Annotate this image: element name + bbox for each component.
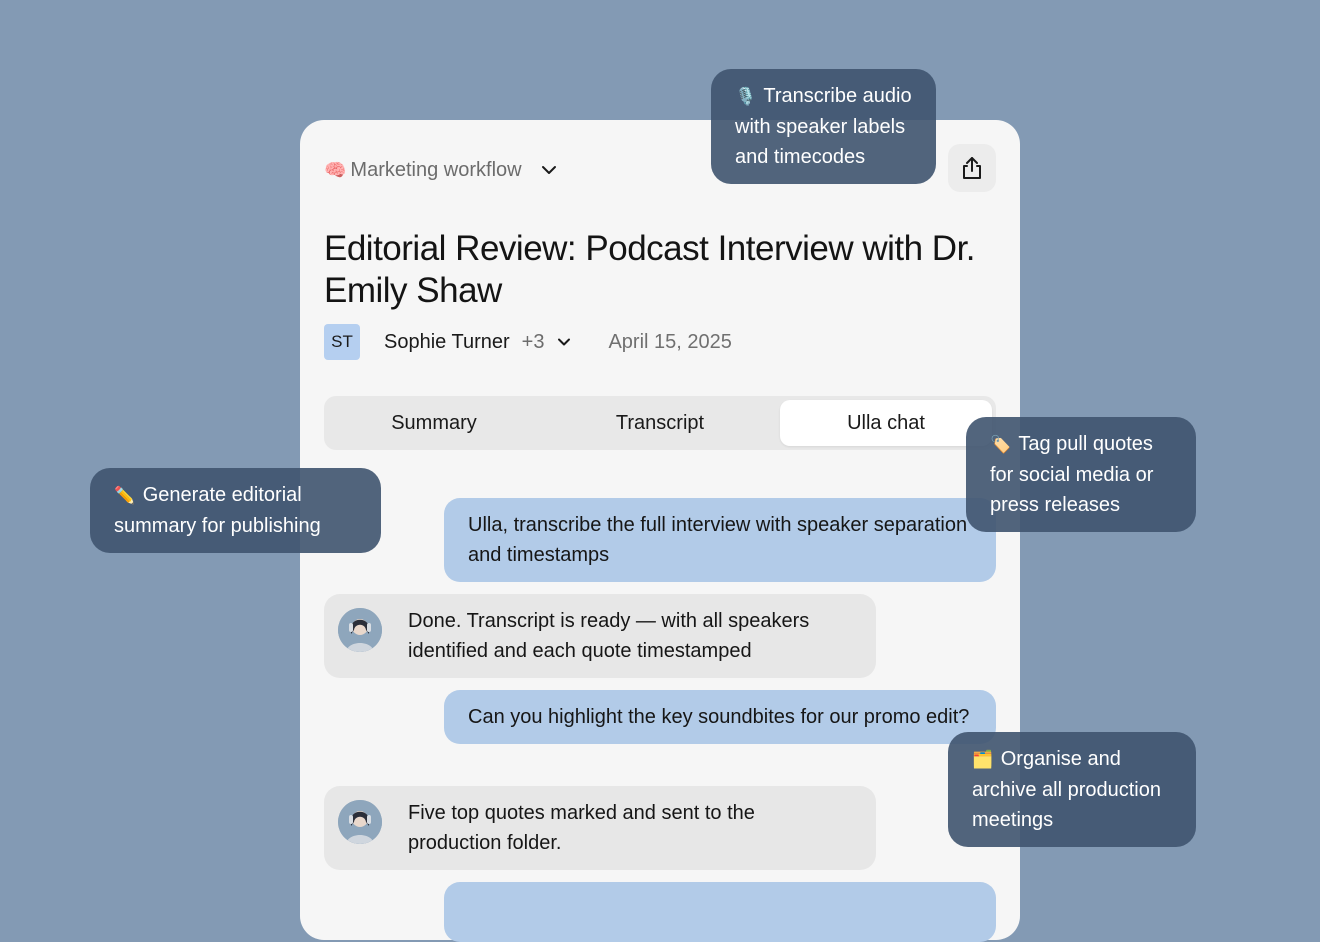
chevron-down-icon	[558, 338, 571, 346]
document-date: April 15, 2025	[608, 330, 732, 353]
tooltip-text: Organise and archive all production meet…	[972, 748, 1161, 831]
chat-message-user: Can you highlight the key soundbites for…	[444, 690, 996, 744]
tab-summary[interactable]: Summary	[328, 400, 540, 446]
tab-ulla-chat[interactable]: Ulla chat	[780, 400, 992, 446]
share-icon	[963, 157, 981, 179]
workflow-selector[interactable]: 🧠 Marketing workflow	[324, 156, 558, 184]
message-text: Can you highlight the key soundbites for…	[468, 706, 970, 728]
chevron-down-icon	[541, 166, 556, 174]
microphone-icon: 🎙️	[735, 87, 757, 106]
assistant-avatar	[338, 608, 382, 652]
tooltip-text: Generate editorial summary for publishin…	[114, 484, 321, 537]
feature-tooltip-summary: ✏️ Generate editorial summary for publis…	[90, 468, 381, 553]
tooltip-text: Transcribe audio with speaker labels and…	[735, 85, 912, 168]
tab-transcript[interactable]: Transcript	[554, 400, 766, 446]
page-title: Editorial Review: Podcast Interview with…	[324, 229, 976, 310]
tooltip-text: Tag pull quotes for social media or pres…	[990, 433, 1154, 516]
tag-icon: 🏷️	[990, 435, 1012, 454]
tab-bar: Summary Transcript Ulla chat	[324, 396, 996, 450]
avatar[interactable]: ST	[324, 324, 360, 360]
feature-tooltip-tag-quotes: 🏷️ Tag pull quotes for social media or p…	[966, 417, 1196, 532]
participants-dropdown[interactable]: Sophie Turner +3	[384, 331, 572, 354]
chat-message-user: Ulla, transcribe the full interview with…	[444, 498, 996, 582]
feature-tooltip-archive: 🗂️ Organise and archive all production m…	[948, 732, 1196, 847]
message-text: Done. Transcript is ready — with all spe…	[408, 610, 810, 662]
chat-message-user	[444, 882, 996, 942]
workflow-label: Marketing workflow	[350, 158, 522, 181]
document-card: 🧠 Marketing workflow Editorial Review: P…	[300, 120, 1020, 942]
assistant-avatar	[338, 800, 382, 844]
chat-message-assistant: Done. Transcript is ready — with all spe…	[324, 594, 876, 678]
brain-icon: 🧠	[324, 159, 347, 180]
chat-message-assistant: Five top quotes marked and sent to the p…	[324, 786, 876, 870]
feature-tooltip-transcribe: 🎙️ Transcribe audio with speaker labels …	[711, 69, 936, 184]
document-meta: ST Sophie Turner +3 April 15, 2025	[324, 324, 732, 360]
folder-icon: 🗂️	[972, 750, 994, 769]
participant-count: +3	[521, 330, 545, 353]
pencil-icon: ✏️	[114, 486, 136, 505]
share-button[interactable]	[948, 144, 996, 192]
message-text: Five top quotes marked and sent to the p…	[408, 802, 755, 854]
message-text: Ulla, transcribe the full interview with…	[468, 514, 968, 566]
author-name: Sophie Turner	[384, 330, 510, 353]
